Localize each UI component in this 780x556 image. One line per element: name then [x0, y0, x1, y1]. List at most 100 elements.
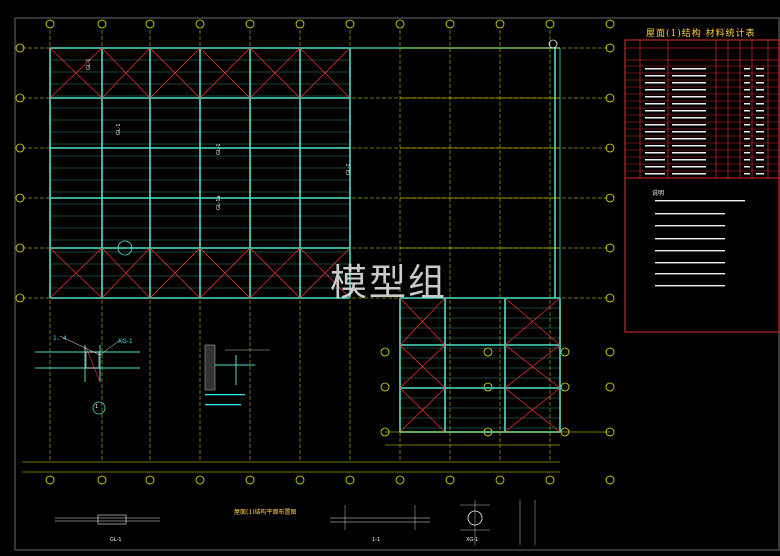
material-table-title: 屋面(1)结构 材料统计表 [646, 29, 756, 39]
note-text-line [655, 225, 725, 227]
note-text-line [655, 250, 725, 252]
axis-bubble-top [295, 19, 305, 29]
table-cell-text [672, 75, 706, 77]
table-cell-text [744, 68, 750, 70]
table-cell-text [672, 138, 706, 140]
note-text-line [655, 285, 725, 287]
detail-brace [84, 344, 101, 383]
table-cell-text [672, 96, 706, 98]
table-cell-text [744, 96, 750, 98]
axis-bubble-bottom [495, 475, 505, 485]
table-cell-text [744, 173, 750, 175]
table-cell-text [756, 110, 764, 112]
table-cell-text [672, 166, 706, 168]
table-cell-text [744, 166, 750, 168]
table-cell-text [744, 82, 750, 84]
axis-bubble-bottom [445, 475, 455, 485]
member-label: GL-1 [346, 163, 352, 175]
table-cell-text [672, 110, 706, 112]
table-cell-text [756, 166, 764, 168]
table-cell-text [645, 89, 665, 91]
watermark: 模型组 [330, 261, 447, 304]
table-cell-text [756, 103, 764, 105]
table-cell-text [672, 124, 706, 126]
table-cell-text [744, 103, 750, 105]
axis-bubble-top [245, 19, 255, 29]
note-text-line [655, 213, 725, 215]
table-cell-text [645, 159, 665, 161]
axis-bubble-bottom [295, 475, 305, 485]
axis-bubble-mid-annex [483, 347, 493, 357]
table-cell-text [744, 124, 750, 126]
table-cell-text [756, 96, 764, 98]
material-table [624, 39, 780, 333]
table-cell-text [672, 145, 706, 147]
table-cell-text [672, 82, 706, 84]
axis-bubble-left-annex [380, 382, 390, 392]
section-slot [97, 514, 127, 525]
axis-bubble-bottom [345, 475, 355, 485]
note-text-line [655, 238, 725, 240]
table-cell-text [756, 68, 764, 70]
detail-number: 1 [95, 404, 99, 410]
member-label: GL-1 [86, 58, 92, 70]
notes-title: 说明 [652, 190, 665, 197]
table-cell-text [645, 166, 665, 168]
member-label: GL-1 [216, 143, 222, 155]
table-cell-text [744, 117, 750, 119]
detail-plate [85, 351, 100, 369]
axis-bubble-top [345, 19, 355, 29]
table-cell-text [744, 110, 750, 112]
table-cell-text [645, 145, 665, 147]
axis-bubble-bottom [195, 475, 205, 485]
axis-bubble-top [45, 19, 55, 29]
note-text-line [655, 262, 725, 264]
table-cell-text [744, 159, 750, 161]
axis-bubble-top [195, 19, 205, 29]
table-cell-text [645, 173, 665, 175]
section-caption-2: 1-1 [372, 537, 381, 543]
table-cell-text [672, 103, 706, 105]
section-caption-3: XG-1 [466, 537, 479, 543]
axis-bubble-mid-annex [560, 347, 570, 357]
table-cell-text [756, 159, 764, 161]
table-cell-text [756, 89, 764, 91]
detail-text [205, 404, 241, 406]
wall-section [204, 344, 216, 391]
detail-xg-label: XG-1 [118, 338, 133, 345]
axis-bubble-top [145, 19, 155, 29]
axis-bubble-top [495, 19, 505, 29]
leader-line [99, 339, 121, 356]
plan-caption: 屋面(1)结构平面布置图 [234, 509, 297, 516]
axis-bubble-top [445, 19, 455, 29]
axis-bubble-top [605, 19, 615, 29]
table-cell-text [645, 103, 665, 105]
axis-bubble-bottom [245, 475, 255, 485]
table-cell-text [744, 131, 750, 133]
member-label: GL-1 [116, 123, 122, 135]
table-cell-text [744, 145, 750, 147]
table-cell-text [672, 89, 706, 91]
table-cell-text [645, 131, 665, 133]
table-cell-text [744, 89, 750, 91]
table-cell-text [645, 96, 665, 98]
table-cell-text [672, 131, 706, 133]
axis-bubble-bottom [545, 475, 555, 485]
table-cell-text [756, 131, 764, 133]
axis-bubble-left-annex [380, 347, 390, 357]
axis-bubble-mid-annex [560, 382, 570, 392]
axis-bubble-mid-annex [483, 382, 493, 392]
note-text-line [655, 273, 725, 275]
table-cell-text [645, 152, 665, 154]
table-cell-text [672, 152, 706, 154]
axis-bubble-right [605, 382, 615, 392]
axis-bubble-top [545, 19, 555, 29]
table-cell-text [756, 124, 764, 126]
table-cell-text [756, 75, 764, 77]
table-cell-text [645, 138, 665, 140]
axis-bubble-bottom [605, 475, 615, 485]
detail-text [205, 394, 245, 396]
table-cell-text [672, 68, 706, 70]
table-cell-text [645, 75, 665, 77]
note-text-line [655, 200, 745, 202]
